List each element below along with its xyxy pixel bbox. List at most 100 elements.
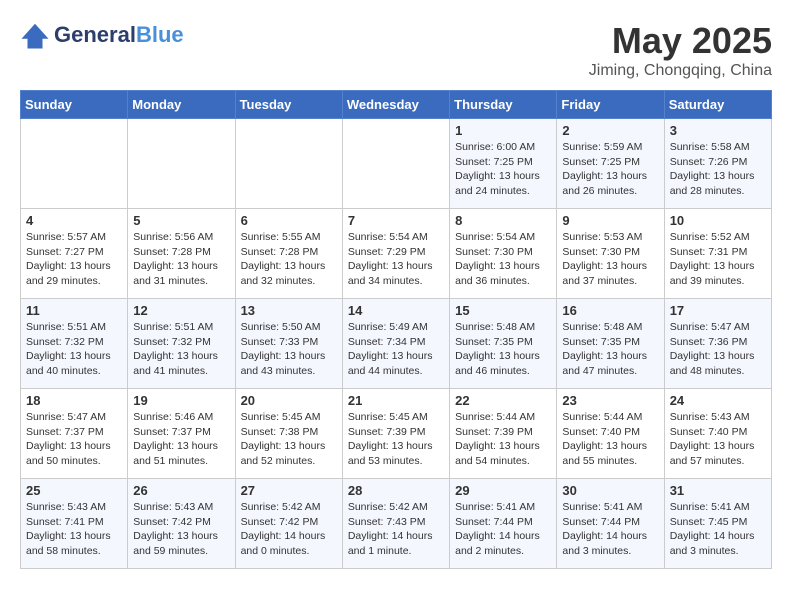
weekday-header-friday: Friday xyxy=(557,91,664,119)
day-number: 18 xyxy=(26,393,122,408)
day-number: 9 xyxy=(562,213,658,228)
calendar-cell xyxy=(128,119,235,209)
calendar-cell: 5Sunrise: 5:56 AM Sunset: 7:28 PM Daylig… xyxy=(128,209,235,299)
day-number: 16 xyxy=(562,303,658,318)
day-info: Sunrise: 5:58 AM Sunset: 7:26 PM Dayligh… xyxy=(670,140,766,199)
day-number: 6 xyxy=(241,213,337,228)
day-number: 15 xyxy=(455,303,551,318)
calendar-table: SundayMondayTuesdayWednesdayThursdayFrid… xyxy=(20,90,772,569)
day-number: 28 xyxy=(348,483,444,498)
day-number: 11 xyxy=(26,303,122,318)
calendar-cell: 2Sunrise: 5:59 AM Sunset: 7:25 PM Daylig… xyxy=(557,119,664,209)
month-title: May 2025 xyxy=(589,20,772,62)
calendar-cell: 16 Sunrise: 5:48 AM Sunset: 7:35 PM Dayli… xyxy=(557,299,664,389)
day-info: Sunrise: 5:49 AM Sunset: 7:34 PM Dayligh… xyxy=(348,320,444,379)
calendar-cell: 18 Sunrise: 5:47 AM Sunset: 7:37 PM Dayli… xyxy=(21,389,128,479)
day-info: Sunrise: 5:43 AM Sunset: 7:41 PM Dayligh… xyxy=(26,500,122,559)
calendar-cell: 12 Sunrise: 5:51 AM Sunset: 7:32 PM Dayli… xyxy=(128,299,235,389)
day-info: Sunrise: 5:46 AM Sunset: 7:37 PM Dayligh… xyxy=(133,410,229,469)
day-number: 26 xyxy=(133,483,229,498)
day-info: Sunrise: 5:43 AM Sunset: 7:42 PM Dayligh… xyxy=(133,500,229,559)
calendar-cell: 13 Sunrise: 5:50 AM Sunset: 7:33 PM Dayli… xyxy=(235,299,342,389)
day-number: 2 xyxy=(562,123,658,138)
weekday-header-row: SundayMondayTuesdayWednesdayThursdayFrid… xyxy=(21,91,772,119)
calendar-cell: 6 Sunrise: 5:55 AM Sunset: 7:28 PM Daylig… xyxy=(235,209,342,299)
calendar-cell: 20 Sunrise: 5:45 AM Sunset: 7:38 PM Dayli… xyxy=(235,389,342,479)
weekday-header-monday: Monday xyxy=(128,91,235,119)
weekday-header-wednesday: Wednesday xyxy=(342,91,449,119)
calendar-cell: 14 Sunrise: 5:49 AM Sunset: 7:34 PM Dayli… xyxy=(342,299,449,389)
day-info: Sunrise: 5:45 AM Sunset: 7:38 PM Dayligh… xyxy=(241,410,337,469)
calendar-cell: 21 Sunrise: 5:45 AM Sunset: 7:39 PM Dayli… xyxy=(342,389,449,479)
day-number: 19 xyxy=(133,393,229,408)
day-number: 14 xyxy=(348,303,444,318)
calendar-cell: 3 Sunrise: 5:58 AM Sunset: 7:26 PM Daylig… xyxy=(664,119,771,209)
calendar-cell: 7 Sunrise: 5:54 AM Sunset: 7:29 PM Daylig… xyxy=(342,209,449,299)
day-info: Sunrise: 5:41 AM Sunset: 7:45 PM Dayligh… xyxy=(670,500,766,559)
day-number: 22 xyxy=(455,393,551,408)
day-number: 13 xyxy=(241,303,337,318)
day-info: Sunrise: 5:57 AM Sunset: 7:27 PM Dayligh… xyxy=(26,230,122,289)
calendar-week-2: 4Sunrise: 5:57 AM Sunset: 7:27 PM Daylig… xyxy=(21,209,772,299)
calendar-cell: 27 Sunrise: 5:42 AM Sunset: 7:42 PM Dayli… xyxy=(235,479,342,569)
day-info: Sunrise: 5:48 AM Sunset: 7:35 PM Dayligh… xyxy=(455,320,551,379)
day-info: Sunrise: 5:54 AM Sunset: 7:30 PM Dayligh… xyxy=(455,230,551,289)
day-info: Sunrise: 5:47 AM Sunset: 7:37 PM Dayligh… xyxy=(26,410,122,469)
calendar-cell: 10Sunrise: 5:52 AM Sunset: 7:31 PM Dayli… xyxy=(664,209,771,299)
day-info: Sunrise: 5:44 AM Sunset: 7:40 PM Dayligh… xyxy=(562,410,658,469)
day-number: 7 xyxy=(348,213,444,228)
calendar-cell: 19 Sunrise: 5:46 AM Sunset: 7:37 PM Dayli… xyxy=(128,389,235,479)
day-number: 3 xyxy=(670,123,766,138)
day-info: Sunrise: 5:41 AM Sunset: 7:44 PM Dayligh… xyxy=(455,500,551,559)
location-subtitle: Jiming, Chongqing, China xyxy=(589,62,772,80)
calendar-cell: 4Sunrise: 5:57 AM Sunset: 7:27 PM Daylig… xyxy=(21,209,128,299)
logo-icon xyxy=(20,20,50,50)
day-number: 1 xyxy=(455,123,551,138)
day-number: 10 xyxy=(670,213,766,228)
day-info: Sunrise: 5:44 AM Sunset: 7:39 PM Dayligh… xyxy=(455,410,551,469)
logo: GeneralBlue xyxy=(20,20,184,50)
calendar-cell: 8 Sunrise: 5:54 AM Sunset: 7:30 PM Daylig… xyxy=(450,209,557,299)
weekday-header-saturday: Saturday xyxy=(664,91,771,119)
day-info: Sunrise: 5:45 AM Sunset: 7:39 PM Dayligh… xyxy=(348,410,444,469)
day-number: 5 xyxy=(133,213,229,228)
calendar-cell: 9Sunrise: 5:53 AM Sunset: 7:30 PM Daylig… xyxy=(557,209,664,299)
calendar-week-1: 1 Sunrise: 6:00 AM Sunset: 7:25 PM Daylig… xyxy=(21,119,772,209)
calendar-cell: 28 Sunrise: 5:42 AM Sunset: 7:43 PM Dayli… xyxy=(342,479,449,569)
page-header: GeneralBlue May 2025 Jiming, Chongqing, … xyxy=(20,20,772,80)
calendar-cell: 23 Sunrise: 5:44 AM Sunset: 7:40 PM Dayli… xyxy=(557,389,664,479)
day-number: 21 xyxy=(348,393,444,408)
calendar-cell: 31 Sunrise: 5:41 AM Sunset: 7:45 PM Dayli… xyxy=(664,479,771,569)
title-block: May 2025 Jiming, Chongqing, China xyxy=(589,20,772,80)
logo-text: GeneralBlue xyxy=(54,23,184,47)
day-info: Sunrise: 5:51 AM Sunset: 7:32 PM Dayligh… xyxy=(133,320,229,379)
calendar-cell xyxy=(21,119,128,209)
weekday-header-thursday: Thursday xyxy=(450,91,557,119)
calendar-week-3: 11 Sunrise: 5:51 AM Sunset: 7:32 PM Dayli… xyxy=(21,299,772,389)
day-info: Sunrise: 5:48 AM Sunset: 7:35 PM Dayligh… xyxy=(562,320,658,379)
calendar-cell: 11 Sunrise: 5:51 AM Sunset: 7:32 PM Dayli… xyxy=(21,299,128,389)
calendar-cell: 22 Sunrise: 5:44 AM Sunset: 7:39 PM Dayli… xyxy=(450,389,557,479)
day-number: 12 xyxy=(133,303,229,318)
day-number: 27 xyxy=(241,483,337,498)
day-info: Sunrise: 5:55 AM Sunset: 7:28 PM Dayligh… xyxy=(241,230,337,289)
day-info: Sunrise: 5:54 AM Sunset: 7:29 PM Dayligh… xyxy=(348,230,444,289)
calendar-cell: 17 Sunrise: 5:47 AM Sunset: 7:36 PM Dayli… xyxy=(664,299,771,389)
day-info: Sunrise: 5:42 AM Sunset: 7:42 PM Dayligh… xyxy=(241,500,337,559)
day-number: 23 xyxy=(562,393,658,408)
calendar-cell: 1 Sunrise: 6:00 AM Sunset: 7:25 PM Daylig… xyxy=(450,119,557,209)
day-info: Sunrise: 5:51 AM Sunset: 7:32 PM Dayligh… xyxy=(26,320,122,379)
day-info: Sunrise: 5:41 AM Sunset: 7:44 PM Dayligh… xyxy=(562,500,658,559)
day-info: Sunrise: 5:42 AM Sunset: 7:43 PM Dayligh… xyxy=(348,500,444,559)
day-info: Sunrise: 5:50 AM Sunset: 7:33 PM Dayligh… xyxy=(241,320,337,379)
calendar-cell xyxy=(342,119,449,209)
day-info: Sunrise: 5:47 AM Sunset: 7:36 PM Dayligh… xyxy=(670,320,766,379)
calendar-cell: 30Sunrise: 5:41 AM Sunset: 7:44 PM Dayli… xyxy=(557,479,664,569)
calendar-cell: 29 Sunrise: 5:41 AM Sunset: 7:44 PM Dayli… xyxy=(450,479,557,569)
day-number: 8 xyxy=(455,213,551,228)
day-number: 20 xyxy=(241,393,337,408)
day-info: Sunrise: 6:00 AM Sunset: 7:25 PM Dayligh… xyxy=(455,140,551,199)
day-number: 17 xyxy=(670,303,766,318)
day-number: 31 xyxy=(670,483,766,498)
day-number: 29 xyxy=(455,483,551,498)
